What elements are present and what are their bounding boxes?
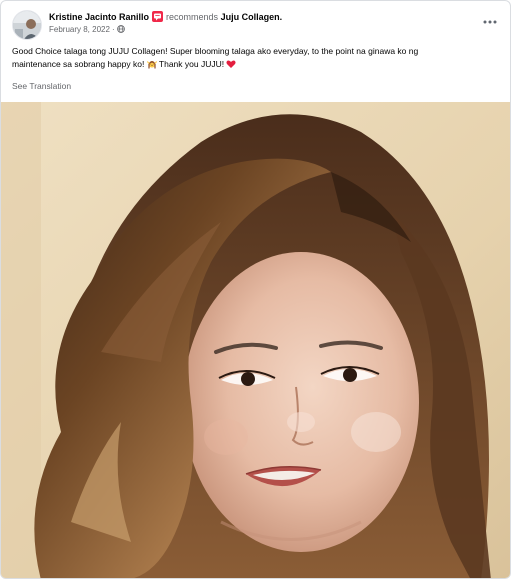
post-text: Good Choice talaga tong JUJU Collagen! S…	[12, 45, 492, 71]
post-header: Kristine Jacinto Ranillo recommends Juju …	[1, 1, 510, 43]
post-date-link[interactable]: February 8, 2022	[49, 25, 110, 34]
see-translation-link[interactable]: See Translation	[12, 81, 71, 92]
selfie-photo	[1, 102, 510, 578]
author-avatar[interactable]	[12, 10, 42, 40]
more-options-icon[interactable]	[482, 15, 498, 27]
meta-separator: ·	[111, 25, 115, 34]
post-text-line-2: maintenance sa sobrang happy ko! Thank y…	[12, 58, 492, 71]
globe-icon	[116, 25, 125, 33]
post-meta: February 8, 2022 ·	[49, 25, 125, 35]
red-heart-icon	[226, 59, 237, 69]
post-text-line-1: Good Choice talaga tong JUJU Collagen! S…	[12, 46, 419, 56]
page-name-link[interactable]: Juju Collagen.	[221, 12, 283, 22]
recommends-verb: recommends	[166, 12, 219, 22]
post-text-line-2-a: maintenance sa sobrang happy ko!	[12, 59, 145, 69]
author-name-link[interactable]: Kristine Jacinto Ranillo	[49, 12, 149, 22]
avatar-image	[13, 11, 41, 39]
post-text-line-2-b: Thank you JUJU!	[158, 59, 225, 69]
recommendation-post: Kristine Jacinto Ranillo recommends Juju …	[0, 0, 511, 579]
post-photo[interactable]	[1, 102, 510, 578]
author-line: Kristine Jacinto Ranillo recommends Juju …	[49, 11, 282, 23]
woman-gesturing-ok-emoji-icon	[146, 59, 157, 69]
recommend-badge-icon	[152, 11, 164, 22]
